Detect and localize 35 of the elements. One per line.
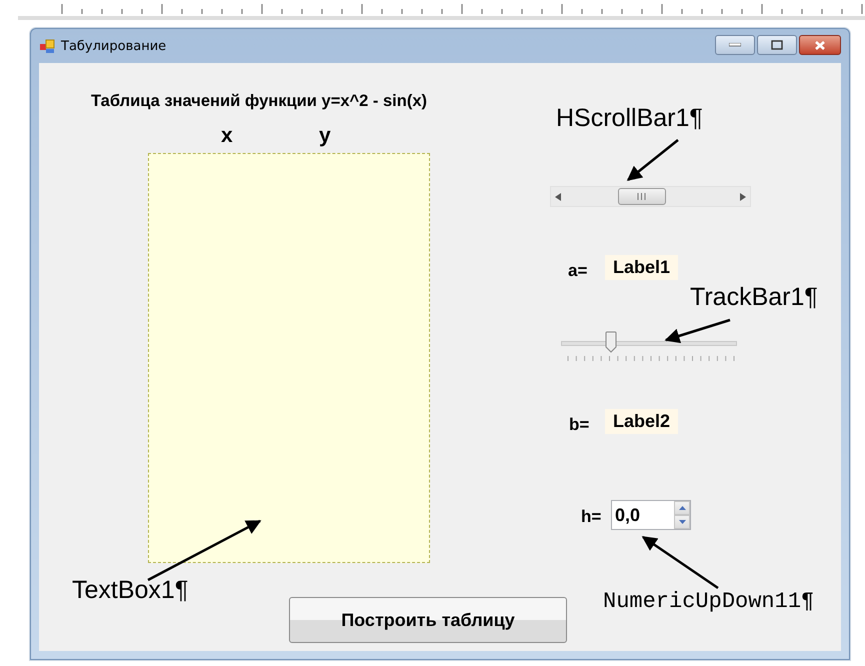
callout-label: TrackBar1¶ — [690, 283, 818, 312]
label-control: Label2 — [605, 409, 678, 434]
close-icon — [814, 40, 826, 50]
scrollbar-thumb[interactable] — [618, 188, 666, 205]
trackbar[interactable] — [561, 330, 737, 354]
down-arrow-icon — [678, 520, 686, 524]
maximize-button[interactable] — [757, 35, 797, 55]
a-label: a= — [568, 261, 588, 281]
column-header: y — [319, 124, 331, 148]
callout-label: HScrollBar1¶ — [556, 104, 703, 133]
numeric-up-down[interactable]: 0,0 — [611, 500, 691, 530]
form-icon — [39, 38, 55, 54]
maximize-icon — [771, 40, 783, 50]
label-control: Label1 — [605, 255, 678, 280]
column-header: x — [221, 124, 233, 148]
form-heading: Таблица значений функции y=x^2 - sin(x) — [91, 92, 427, 111]
callout-label: NumericUpDown11¶ — [603, 589, 814, 614]
pointer-arrow — [626, 139, 679, 181]
spin-down-button[interactable] — [674, 515, 690, 529]
left-arrow-icon[interactable] — [555, 193, 561, 201]
b-label: b= — [569, 415, 590, 435]
close-button[interactable] — [799, 35, 841, 55]
horizontal-scrollbar[interactable] — [550, 186, 751, 207]
trackbar-thumb[interactable] — [605, 331, 618, 353]
numeric-value: 0,0 — [614, 504, 642, 526]
pointer-arrow — [664, 318, 730, 344]
minimize-button[interactable] — [715, 35, 755, 55]
spin-up-button[interactable] — [674, 501, 690, 515]
build-table-button[interactable]: Построить таблицу — [289, 597, 567, 643]
window-title: Табулирование — [61, 38, 168, 54]
up-arrow-icon — [678, 506, 686, 510]
callout-label: TextBox1¶ — [72, 576, 188, 605]
minimize-icon — [729, 43, 741, 47]
right-arrow-icon[interactable] — [740, 193, 746, 201]
h-label: h= — [581, 507, 602, 527]
